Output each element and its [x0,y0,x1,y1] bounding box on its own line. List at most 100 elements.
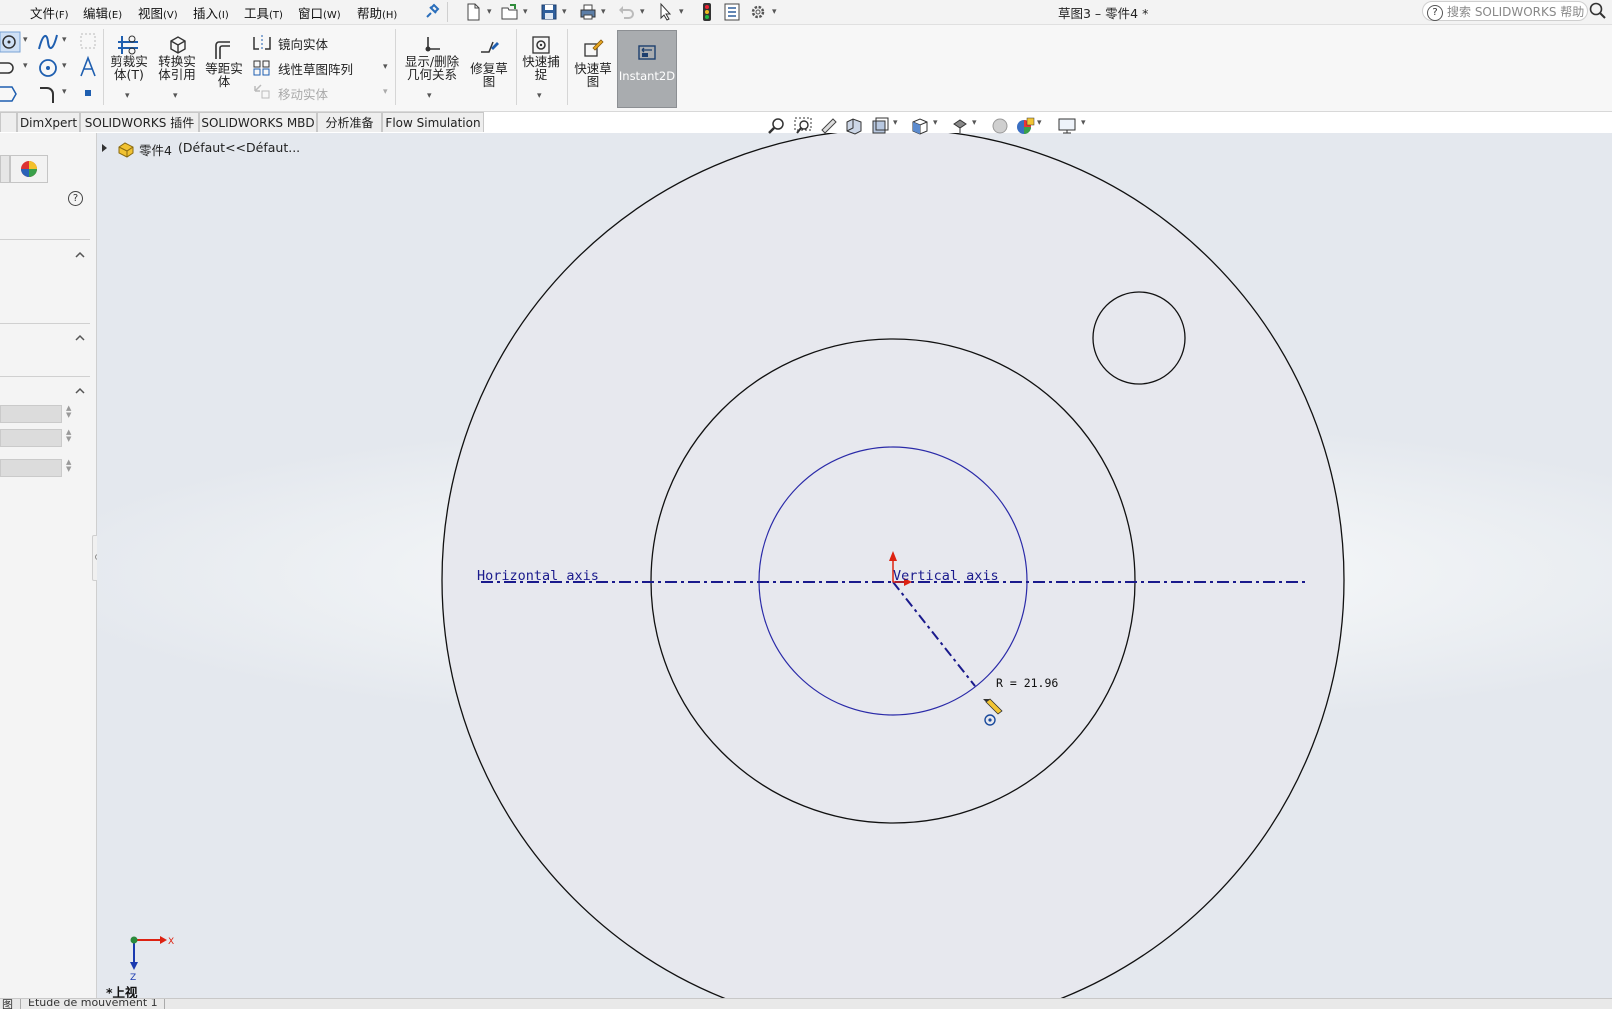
search-icon[interactable] [1588,1,1608,21]
quick-snaps-button[interactable]: 快速捕捉 [518,55,564,81]
previous-view-icon[interactable] [819,116,839,136]
move-entities-icon[interactable] [252,83,272,101]
hide-show-items-icon[interactable] [990,116,1010,136]
chevron-down-icon[interactable]: ▾ [23,35,28,45]
small-hole-circle[interactable] [1092,291,1186,385]
chevron-up-icon[interactable] [74,249,86,261]
offset-entities-icon[interactable] [212,39,234,61]
chevron-down-icon[interactable]: ▾ [383,62,388,72]
zoom-to-fit-icon[interactable] [767,116,787,136]
menu-tools[interactable]: 工具(T) [244,3,283,22]
menu-window[interactable]: 窗口(W) [298,3,341,22]
rapid-sketch-button[interactable]: 快速草图 [570,62,616,88]
offset-entities-button[interactable]: 等距实体 [201,62,247,88]
menu-view[interactable]: 视图(V) [138,3,178,22]
tab-dimxpert[interactable]: DimXpert [17,112,80,132]
menu-insert[interactable]: 插入(I) [193,3,229,22]
point-tool-icon[interactable] [82,87,94,99]
file-properties-icon[interactable] [722,2,742,22]
plane-tool-icon[interactable] [78,31,98,51]
menu-help[interactable]: 帮助(H) [357,3,397,22]
repair-sketch-button[interactable]: 修复草图 [466,62,512,88]
rebuild-traffic-light-icon[interactable] [697,2,717,22]
chevron-down-icon[interactable]: ▾ [1081,118,1086,128]
polygon-tool-icon[interactable] [37,57,59,79]
display-style-icon[interactable] [950,116,970,136]
tab-model[interactable]: 图 [2,999,13,1009]
parameter-field[interactable] [0,429,62,447]
rapid-sketch-icon[interactable] [581,38,605,60]
chevron-up-icon[interactable] [74,332,86,344]
save-icon[interactable] [539,2,559,22]
linear-pattern-button[interactable]: 线性草图阵列 [278,59,353,78]
print-icon[interactable] [578,2,598,22]
undo-icon[interactable] [616,2,636,22]
spin-arrows-icon[interactable]: ▲ ▼ [66,405,71,419]
pin-icon[interactable] [421,2,441,22]
chevron-down-icon[interactable]: ▾ [125,91,130,101]
graphics-area[interactable]: Horizontal axis Vertical axis R = 21.96 [97,133,1612,998]
edit-appearance-icon[interactable] [1015,116,1035,136]
expand-arrow-icon[interactable] [101,143,109,153]
convert-entities-button[interactable]: 转换实 体引用 [154,55,200,81]
chevron-down-icon[interactable]: ▾ [23,61,28,71]
view-settings-monitor-icon[interactable] [1057,116,1079,136]
tab-motion-study[interactable]: Etude de mouvement 1 [28,999,158,1009]
chevron-down-icon[interactable]: ▾ [523,7,528,17]
menu-edit[interactable]: 编辑(E) [83,3,122,22]
chevron-down-icon[interactable]: ▾ [933,118,938,128]
open-folder-icon[interactable] [500,2,520,22]
chevron-down-icon[interactable]: ▾ [601,7,606,17]
tab-flow-simulation[interactable]: Flow Simulation [382,112,484,132]
fillet-tool-icon[interactable] [37,83,59,105]
panel-tab-hidden[interactable] [0,155,10,183]
chevron-down-icon[interactable]: ▾ [1037,118,1042,128]
linear-pattern-icon[interactable] [252,59,272,77]
chevron-down-icon[interactable]: ▾ [972,118,977,128]
ellipse-tool-icon[interactable] [0,83,26,105]
dynamic-annotation-views-icon[interactable] [870,116,890,136]
tab-solidworks-mbd[interactable]: SOLIDWORKS MBD [199,112,317,132]
options-gear-icon[interactable] [748,2,768,22]
chevron-down-icon[interactable]: ▾ [640,7,645,17]
display-delete-relations-button[interactable]: 显示/删除 几何关系 [400,55,464,81]
chevron-down-icon[interactable]: ▾ [679,7,684,17]
chevron-down-icon[interactable]: ▾ [383,87,388,97]
spin-arrows-icon[interactable]: ▲ ▼ [66,459,71,473]
chevron-down-icon[interactable]: ▾ [62,35,67,45]
chevron-down-icon[interactable]: ▾ [562,7,567,17]
trim-entities-icon[interactable] [116,34,140,56]
spline-tool-icon[interactable] [37,31,59,53]
chevron-down-icon[interactable]: ▾ [62,87,67,97]
menu-file[interactable]: 文件(F) [30,3,69,22]
select-arrow-icon[interactable] [656,2,676,22]
text-tool-icon[interactable] [77,55,99,79]
chevron-down-icon[interactable]: ▾ [487,7,492,17]
chevron-up-icon[interactable] [74,385,86,397]
help-question-icon[interactable]: ? [68,191,83,206]
tab-solidworks-addins[interactable]: SOLIDWORKS 插件 [80,112,199,132]
spin-arrows-icon[interactable]: ▲ ▼ [66,429,71,443]
help-search-input[interactable]: ? 搜索 SOLIDWORKS 帮助 [1422,1,1588,21]
panel-tab-appearances[interactable] [10,155,48,183]
move-entities-button[interactable]: 移动实体 [278,84,328,103]
parameter-field[interactable] [0,459,62,477]
mirror-entities-button[interactable]: 镜向实体 [278,34,328,53]
repair-sketch-icon[interactable] [477,38,501,60]
section-view-icon[interactable] [844,116,864,136]
view-orientation-icon[interactable] [910,116,930,136]
chevron-down-icon[interactable]: ▾ [893,118,898,128]
tab-hidden[interactable] [0,112,17,132]
sketch-canvas[interactable]: Horizontal axis Vertical axis R = 21.96 [97,133,1612,998]
chevron-down-icon[interactable]: ▾ [62,61,67,71]
new-document-icon[interactable] [463,2,483,22]
chevron-down-icon[interactable]: ▾ [427,91,432,101]
parameter-field[interactable] [0,405,62,423]
tab-analysis-prep[interactable]: 分析准备 [317,112,382,132]
chevron-down-icon[interactable]: ▾ [537,91,542,101]
display-delete-relations-icon[interactable] [420,35,444,55]
quick-snaps-icon[interactable] [530,34,552,56]
trim-entities-button[interactable]: 剪裁实体(T) [106,55,152,81]
mirror-entities-icon[interactable] [252,34,272,52]
chevron-down-icon[interactable]: ▾ [173,91,178,101]
